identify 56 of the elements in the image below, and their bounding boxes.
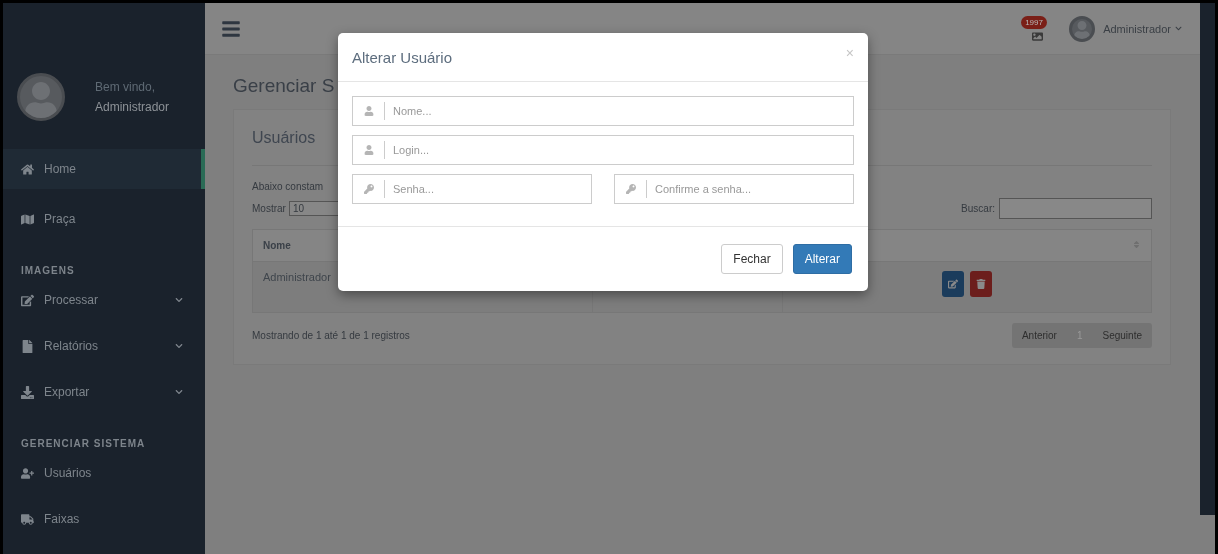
notification-badge: 1997	[1021, 15, 1047, 29]
map-icon	[21, 212, 34, 226]
file-icon	[21, 339, 34, 353]
input-field[interactable]: Senha...	[352, 174, 592, 204]
image-icon	[1031, 30, 1043, 42]
next-link[interactable]: Seguinte	[1092, 330, 1152, 341]
nav-label: Exportar	[44, 385, 91, 399]
nav-label: Processar	[44, 293, 100, 307]
nav-item[interactable]: Faixas	[3, 499, 205, 539]
nav-label: Praça	[44, 212, 77, 226]
truck-icon	[21, 512, 34, 526]
caret-icon[interactable]	[1175, 25, 1182, 32]
edit-icon	[948, 279, 958, 289]
nav-item[interactable]: Home	[3, 149, 205, 189]
delete-button[interactable]	[970, 271, 992, 297]
edit-button[interactable]	[942, 271, 964, 297]
edit-icon	[21, 293, 34, 307]
nav-item[interactable]: Usuários	[3, 453, 205, 493]
previous-link[interactable]: Anterior	[1011, 330, 1067, 341]
search-field[interactable]	[999, 198, 1152, 219]
user-name: Administrador	[95, 100, 170, 114]
section-title: IMAGENS	[20, 265, 76, 276]
input-field[interactable]: Login...	[352, 135, 854, 165]
nav-label: Faixas	[44, 512, 81, 526]
input-field[interactable]: Nome...	[352, 96, 854, 126]
card-title: Usuários	[252, 128, 316, 147]
nav-label: Usuários	[44, 466, 93, 480]
input-field[interactable]: Confirme a senha...	[614, 174, 854, 204]
text-input[interactable]: Senha...	[385, 183, 591, 195]
menu-icon[interactable]	[221, 18, 241, 39]
nav-item[interactable]: Exportar	[3, 372, 205, 412]
show-label: Mostrar	[252, 203, 286, 214]
download-icon	[21, 385, 34, 399]
section-title: GERENCIAR SISTEMA	[20, 438, 147, 449]
trash-icon	[976, 279, 986, 289]
avatar-icon	[1069, 15, 1096, 42]
nav-label: Relatórios	[44, 339, 100, 353]
close-dialog-button[interactable]: Fechar	[721, 244, 783, 274]
nav-item[interactable]: Relatórios	[3, 326, 205, 366]
dialog-title: Alterar Usuário	[352, 48, 453, 66]
avatar-icon	[17, 73, 65, 121]
user-menu[interactable]: Administrador	[1103, 22, 1171, 35]
search-label: Buscar:	[961, 203, 995, 214]
welcome-text: Bem vindo,	[95, 80, 157, 94]
nav-label: Home	[44, 162, 77, 176]
text-input[interactable]: Confirme a senha...	[647, 183, 853, 195]
house-icon	[21, 162, 34, 176]
nav-item[interactable]: Processar	[3, 280, 205, 320]
user-plus-icon	[21, 466, 34, 480]
submit-button[interactable]: Alterar	[792, 244, 852, 274]
text-input[interactable]: Nome...	[385, 105, 853, 117]
description-text: Abaixo constam	[252, 181, 324, 192]
records-info: Mostrando de 1 até 1 de 1 registros	[252, 330, 410, 341]
text-input[interactable]: Login...	[385, 144, 853, 156]
nav-item[interactable]: Praça	[3, 199, 205, 239]
page-title: Gerenciar S	[233, 75, 336, 97]
